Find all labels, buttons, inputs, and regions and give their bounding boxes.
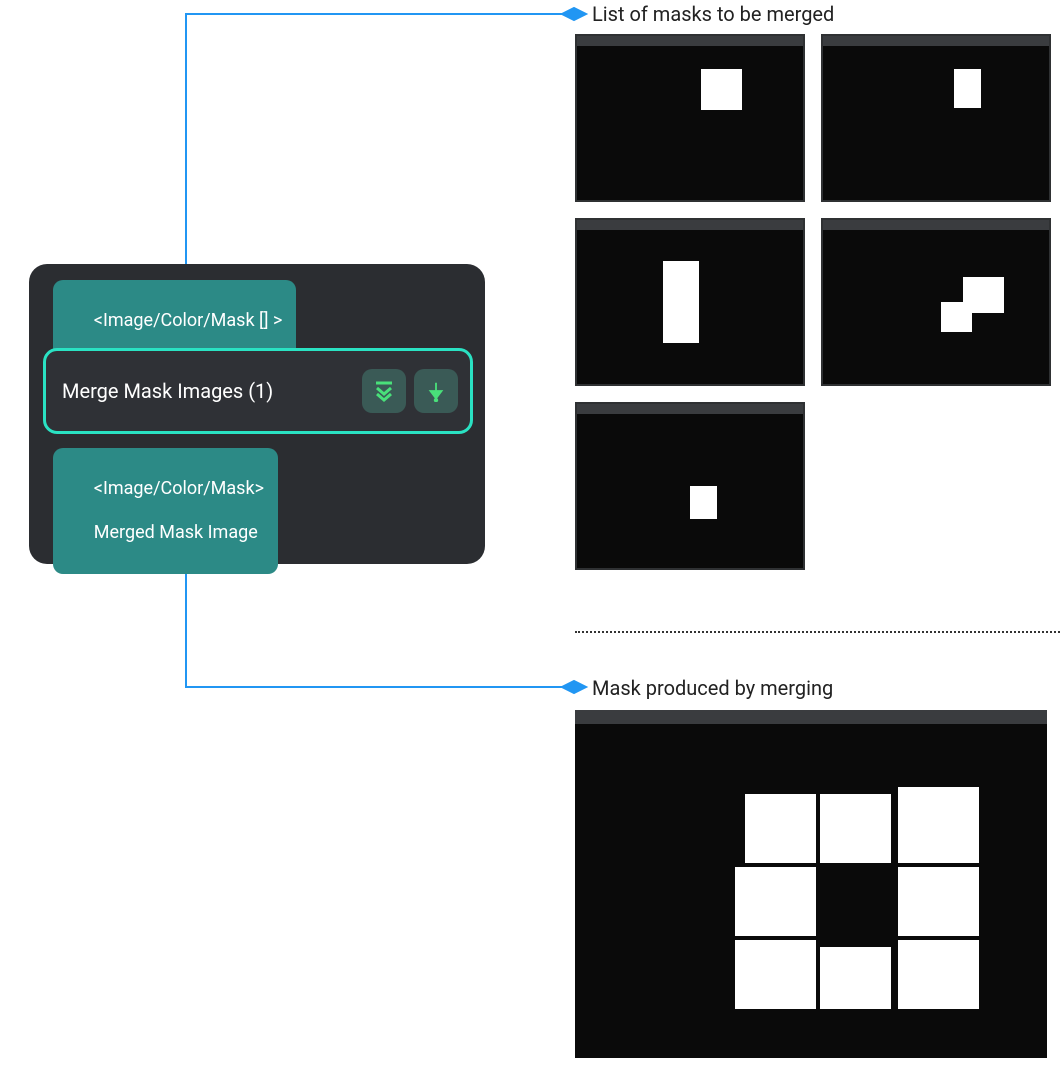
callout-masks-list: List of masks to be merged bbox=[592, 2, 834, 26]
mask-thumb bbox=[575, 402, 805, 570]
download-arrow-icon[interactable] bbox=[414, 369, 458, 413]
mask-thumb bbox=[575, 218, 805, 386]
output-port-label: Merged Mask Image bbox=[94, 522, 258, 543]
merged-mask-preview bbox=[575, 710, 1047, 1058]
input-port-type: <Image/Color/Mask [] > bbox=[94, 310, 283, 331]
output-port-type: <Image/Color/Mask> bbox=[94, 478, 264, 499]
node-title: Merge Mask Images (1) bbox=[62, 379, 273, 403]
merge-mask-node[interactable]: <Image/Color/Mask [] > Mask Images Merge… bbox=[29, 264, 485, 564]
mask-thumb bbox=[821, 34, 1051, 202]
mask-thumb bbox=[575, 34, 805, 202]
output-port[interactable]: <Image/Color/Mask> Merged Mask Image bbox=[53, 448, 278, 574]
mask-thumb bbox=[821, 218, 1051, 386]
node-body[interactable]: Merge Mask Images (1) bbox=[43, 348, 473, 434]
expand-all-icon[interactable] bbox=[362, 369, 406, 413]
callout-merged-mask: Mask produced by merging bbox=[592, 676, 833, 700]
separator-line bbox=[575, 631, 1060, 633]
